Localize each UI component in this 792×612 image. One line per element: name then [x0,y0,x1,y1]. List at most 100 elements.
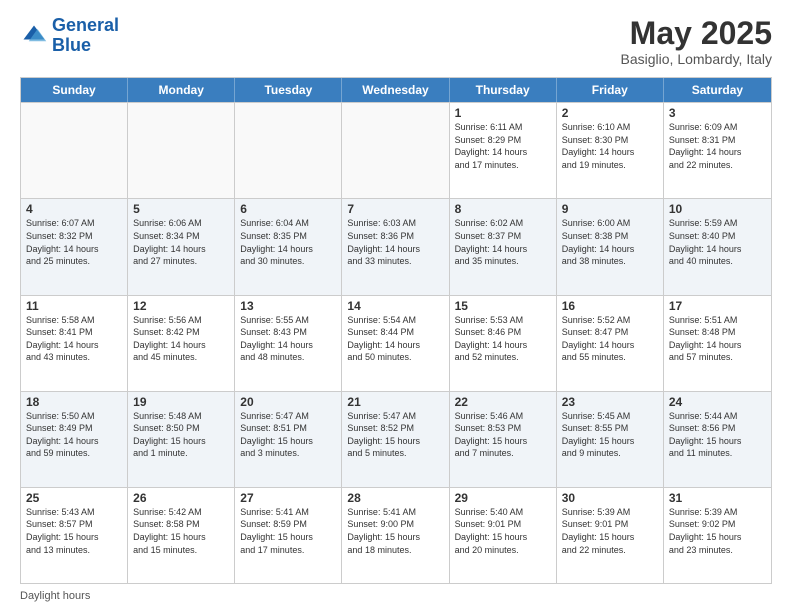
calendar-header: SundayMondayTuesdayWednesdayThursdayFrid… [21,78,771,102]
day-info: Sunrise: 5:59 AM Sunset: 8:40 PM Dayligh… [669,217,766,267]
day-number: 27 [240,491,336,505]
day-number: 11 [26,299,122,313]
day-number: 30 [562,491,658,505]
day-number: 7 [347,202,443,216]
calendar-body: 1Sunrise: 6:11 AM Sunset: 8:29 PM Daylig… [21,102,771,583]
footer: Daylight hours [20,590,772,602]
footer-text: Daylight hours [20,590,90,602]
day-info: Sunrise: 5:43 AM Sunset: 8:57 PM Dayligh… [26,506,122,556]
day-cell-29: 29Sunrise: 5:40 AM Sunset: 9:01 PM Dayli… [450,488,557,583]
day-info: Sunrise: 5:50 AM Sunset: 8:49 PM Dayligh… [26,410,122,460]
week-row-2: 4Sunrise: 6:07 AM Sunset: 8:32 PM Daylig… [21,198,771,294]
day-number: 6 [240,202,336,216]
day-info: Sunrise: 6:11 AM Sunset: 8:29 PM Dayligh… [455,121,551,171]
day-cell-7: 7Sunrise: 6:03 AM Sunset: 8:36 PM Daylig… [342,199,449,294]
day-cell-9: 9Sunrise: 6:00 AM Sunset: 8:38 PM Daylig… [557,199,664,294]
week-row-4: 18Sunrise: 5:50 AM Sunset: 8:49 PM Dayli… [21,391,771,487]
day-number: 24 [669,395,766,409]
day-cell-16: 16Sunrise: 5:52 AM Sunset: 8:47 PM Dayli… [557,296,664,391]
day-cell-14: 14Sunrise: 5:54 AM Sunset: 8:44 PM Dayli… [342,296,449,391]
day-info: Sunrise: 6:09 AM Sunset: 8:31 PM Dayligh… [669,121,766,171]
day-cell-13: 13Sunrise: 5:55 AM Sunset: 8:43 PM Dayli… [235,296,342,391]
day-info: Sunrise: 5:45 AM Sunset: 8:55 PM Dayligh… [562,410,658,460]
day-info: Sunrise: 5:48 AM Sunset: 8:50 PM Dayligh… [133,410,229,460]
logo-text: General Blue [52,16,119,56]
day-of-week-wednesday: Wednesday [342,78,449,102]
day-info: Sunrise: 5:47 AM Sunset: 8:51 PM Dayligh… [240,410,336,460]
day-number: 20 [240,395,336,409]
day-number: 9 [562,202,658,216]
day-number: 16 [562,299,658,313]
day-cell-20: 20Sunrise: 5:47 AM Sunset: 8:51 PM Dayli… [235,392,342,487]
day-of-week-saturday: Saturday [664,78,771,102]
day-cell-26: 26Sunrise: 5:42 AM Sunset: 8:58 PM Dayli… [128,488,235,583]
day-number: 14 [347,299,443,313]
empty-cell [235,103,342,198]
day-number: 12 [133,299,229,313]
day-cell-30: 30Sunrise: 5:39 AM Sunset: 9:01 PM Dayli… [557,488,664,583]
header: General Blue May 2025 Basiglio, Lombardy… [20,16,772,67]
day-cell-3: 3Sunrise: 6:09 AM Sunset: 8:31 PM Daylig… [664,103,771,198]
day-info: Sunrise: 6:00 AM Sunset: 8:38 PM Dayligh… [562,217,658,267]
day-info: Sunrise: 5:52 AM Sunset: 8:47 PM Dayligh… [562,314,658,364]
day-number: 8 [455,202,551,216]
day-info: Sunrise: 5:41 AM Sunset: 9:00 PM Dayligh… [347,506,443,556]
day-number: 13 [240,299,336,313]
week-row-1: 1Sunrise: 6:11 AM Sunset: 8:29 PM Daylig… [21,102,771,198]
day-number: 5 [133,202,229,216]
day-number: 3 [669,106,766,120]
day-number: 28 [347,491,443,505]
day-info: Sunrise: 6:06 AM Sunset: 8:34 PM Dayligh… [133,217,229,267]
day-cell-4: 4Sunrise: 6:07 AM Sunset: 8:32 PM Daylig… [21,199,128,294]
day-info: Sunrise: 5:42 AM Sunset: 8:58 PM Dayligh… [133,506,229,556]
empty-cell [21,103,128,198]
day-info: Sunrise: 5:51 AM Sunset: 8:48 PM Dayligh… [669,314,766,364]
empty-cell [128,103,235,198]
logo-icon [20,22,48,50]
day-number: 17 [669,299,766,313]
day-of-week-sunday: Sunday [21,78,128,102]
day-info: Sunrise: 5:53 AM Sunset: 8:46 PM Dayligh… [455,314,551,364]
day-cell-17: 17Sunrise: 5:51 AM Sunset: 8:48 PM Dayli… [664,296,771,391]
day-cell-25: 25Sunrise: 5:43 AM Sunset: 8:57 PM Dayli… [21,488,128,583]
page: General Blue May 2025 Basiglio, Lombardy… [0,0,792,612]
calendar: SundayMondayTuesdayWednesdayThursdayFrid… [20,77,772,584]
day-info: Sunrise: 5:47 AM Sunset: 8:52 PM Dayligh… [347,410,443,460]
day-cell-27: 27Sunrise: 5:41 AM Sunset: 8:59 PM Dayli… [235,488,342,583]
day-info: Sunrise: 5:54 AM Sunset: 8:44 PM Dayligh… [347,314,443,364]
day-of-week-monday: Monday [128,78,235,102]
logo: General Blue [20,16,119,56]
day-number: 19 [133,395,229,409]
day-cell-8: 8Sunrise: 6:02 AM Sunset: 8:37 PM Daylig… [450,199,557,294]
day-number: 18 [26,395,122,409]
day-cell-22: 22Sunrise: 5:46 AM Sunset: 8:53 PM Dayli… [450,392,557,487]
day-info: Sunrise: 5:56 AM Sunset: 8:42 PM Dayligh… [133,314,229,364]
day-cell-12: 12Sunrise: 5:56 AM Sunset: 8:42 PM Dayli… [128,296,235,391]
day-info: Sunrise: 5:40 AM Sunset: 9:01 PM Dayligh… [455,506,551,556]
day-cell-19: 19Sunrise: 5:48 AM Sunset: 8:50 PM Dayli… [128,392,235,487]
day-number: 31 [669,491,766,505]
day-number: 1 [455,106,551,120]
day-cell-31: 31Sunrise: 5:39 AM Sunset: 9:02 PM Dayli… [664,488,771,583]
logo-line1: General [52,15,119,35]
day-info: Sunrise: 5:44 AM Sunset: 8:56 PM Dayligh… [669,410,766,460]
week-row-5: 25Sunrise: 5:43 AM Sunset: 8:57 PM Dayli… [21,487,771,583]
day-info: Sunrise: 6:10 AM Sunset: 8:30 PM Dayligh… [562,121,658,171]
month-title: May 2025 [621,16,772,51]
day-cell-21: 21Sunrise: 5:47 AM Sunset: 8:52 PM Dayli… [342,392,449,487]
day-number: 21 [347,395,443,409]
day-info: Sunrise: 5:39 AM Sunset: 9:01 PM Dayligh… [562,506,658,556]
day-number: 26 [133,491,229,505]
day-number: 29 [455,491,551,505]
day-cell-15: 15Sunrise: 5:53 AM Sunset: 8:46 PM Dayli… [450,296,557,391]
empty-cell [342,103,449,198]
day-number: 10 [669,202,766,216]
day-number: 22 [455,395,551,409]
day-info: Sunrise: 6:03 AM Sunset: 8:36 PM Dayligh… [347,217,443,267]
day-cell-28: 28Sunrise: 5:41 AM Sunset: 9:00 PM Dayli… [342,488,449,583]
title-block: May 2025 Basiglio, Lombardy, Italy [621,16,772,67]
day-cell-24: 24Sunrise: 5:44 AM Sunset: 8:56 PM Dayli… [664,392,771,487]
day-info: Sunrise: 5:58 AM Sunset: 8:41 PM Dayligh… [26,314,122,364]
day-number: 2 [562,106,658,120]
day-cell-5: 5Sunrise: 6:06 AM Sunset: 8:34 PM Daylig… [128,199,235,294]
